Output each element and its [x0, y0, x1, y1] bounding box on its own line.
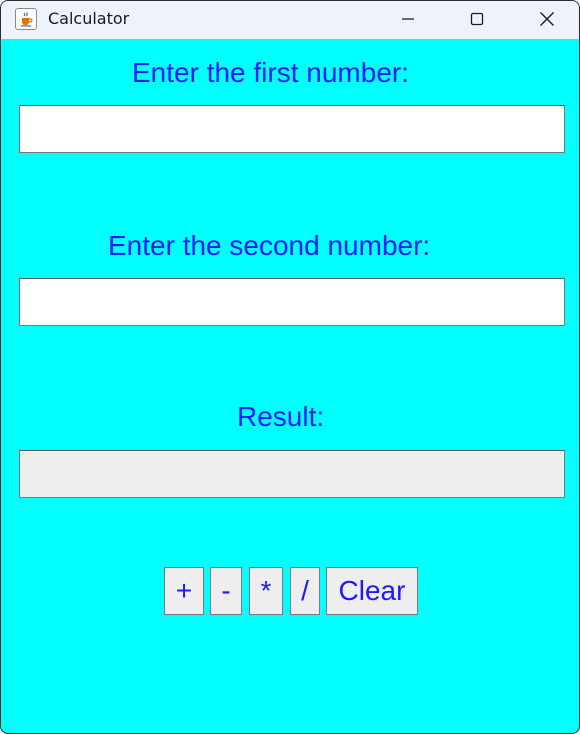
result-field — [19, 450, 565, 498]
close-button[interactable] — [513, 1, 579, 37]
title-bar[interactable]: Calculator — [1, 1, 579, 39]
divide-button[interactable]: / — [290, 567, 320, 615]
minimize-button[interactable] — [374, 1, 442, 37]
multiply-button[interactable]: * — [249, 567, 283, 615]
maximize-button[interactable] — [443, 1, 511, 37]
second-number-label: Enter the second number: — [108, 230, 431, 261]
close-icon — [540, 12, 554, 26]
clear-button[interactable]: Clear — [326, 567, 418, 615]
minimize-icon — [402, 18, 414, 20]
calculator-window: Calculator Enter the first number: Enter… — [0, 0, 580, 734]
add-button[interactable]: + — [164, 567, 204, 615]
second-number-input[interactable] — [19, 278, 565, 326]
java-cup-icon — [15, 8, 37, 30]
window-title: Calculator — [48, 9, 130, 28]
first-number-label: Enter the first number: — [132, 57, 410, 88]
subtract-button[interactable]: - — [210, 567, 242, 615]
maximize-icon — [470, 12, 484, 26]
first-number-input[interactable] — [19, 105, 565, 153]
result-label: Result: — [237, 401, 325, 432]
